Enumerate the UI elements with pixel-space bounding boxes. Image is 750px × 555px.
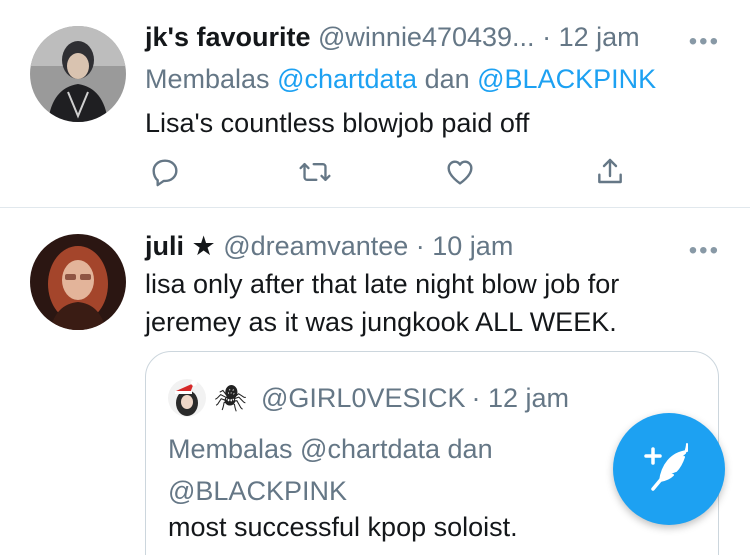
mention-link[interactable]: @BLACKPINK (477, 64, 656, 94)
tweet-header: juli ★ @dreamvantee · 10 jam (145, 231, 513, 262)
tweet-text: Lisa's countless blowjob paid off (145, 108, 530, 138)
reply-prefix: Membalas (145, 64, 270, 94)
reply-icon[interactable] (145, 152, 185, 192)
compose-tweet-icon (644, 443, 688, 491)
quoted-avatar (168, 379, 206, 417)
tweet-1[interactable]: jk's favourite @winnie470439... · 12 jam… (0, 0, 750, 208)
handle[interactable]: @winnie470439... (318, 22, 535, 52)
more-options-icon[interactable]: ••• (689, 28, 720, 56)
avatar[interactable] (30, 234, 126, 330)
reply-context: Membalas @chartdata dan @BLACKPINK (145, 64, 656, 95)
quoted-reply-context: Membalas @chartdata dan @BLACKPINK (168, 428, 588, 512)
tweet-actions (145, 152, 635, 192)
display-name[interactable]: juli (145, 231, 184, 261)
like-icon[interactable] (440, 152, 480, 192)
avatar[interactable] (30, 26, 126, 122)
timestamp[interactable]: · 12 jam (542, 22, 640, 52)
tweet-text-line: jeremey as it was jungkook ALL WEEK. (145, 307, 617, 337)
quoted-reply-line: @BLACKPINK (168, 476, 347, 506)
quoted-timestamp: · 12 jam (471, 382, 570, 413)
spider-emoji-icon: 🕷 (214, 382, 248, 413)
display-name[interactable]: jk's favourite (145, 22, 310, 52)
retweet-icon[interactable] (295, 152, 335, 192)
quoted-tweet-text: most successful kpop soloist. (168, 512, 518, 542)
tweet-text: lisa only after that late night blow job… (145, 265, 619, 341)
reply-joiner: dan (424, 64, 470, 94)
tweet-header: jk's favourite @winnie470439... · 12 jam (145, 22, 640, 53)
handle[interactable]: @dreamvantee (223, 231, 408, 261)
more-options-icon[interactable]: ••• (689, 237, 720, 265)
star-badge-icon: ★ (191, 231, 216, 261)
mention-link[interactable]: @chartdata (277, 64, 417, 94)
quoted-reply-line: Membalas @chartdata dan (168, 434, 493, 464)
share-icon[interactable] (590, 152, 630, 192)
timestamp[interactable]: · 10 jam (416, 231, 514, 261)
tweet-text-line: lisa only after that late night blow job… (145, 269, 620, 299)
quoted-tweet-header: 🕷 @GIRL0VESICK · 12 jam (168, 378, 569, 418)
quoted-handle[interactable]: @GIRL0VESICK (261, 383, 465, 414)
compose-tweet-button[interactable] (613, 413, 725, 525)
